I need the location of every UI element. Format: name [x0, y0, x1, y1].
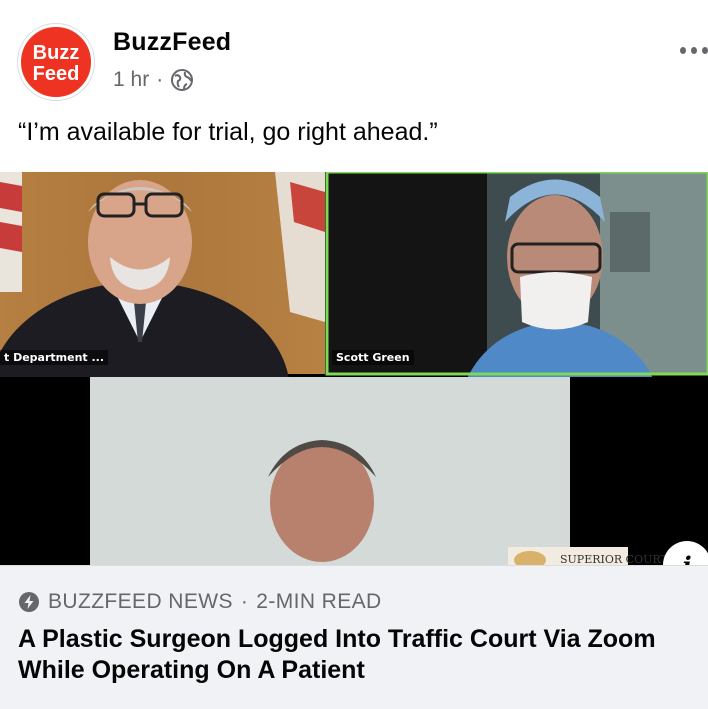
meta-separator: ·: [156, 68, 164, 91]
post-meta: 1 hr ·: [113, 66, 194, 94]
post-caption: “I’m available for trial, go right ahead…: [18, 118, 438, 146]
page-avatar[interactable]: Buzz Feed: [18, 24, 94, 100]
link-separator: ·: [240, 590, 249, 613]
lightning-bolt-icon: [19, 592, 39, 612]
more-options-icon[interactable]: [680, 44, 708, 56]
logo-line2: Feed: [33, 63, 80, 85]
seal-text: SUPERIOR COURT: [560, 553, 668, 565]
link-headline[interactable]: A Plastic Surgeon Logged Into Traffic Co…: [18, 624, 678, 686]
buzzfeed-logo: Buzz Feed: [33, 42, 80, 85]
link-preview[interactable]: BUZZFEED NEWS · 2-MIN READ A Plastic Sur…: [0, 565, 708, 709]
globe-icon[interactable]: [170, 68, 194, 92]
defendant-tile: SUPERIOR COURT: [0, 377, 708, 565]
link-source: BUZZFEED NEWS: [48, 590, 233, 613]
zoom-grid-image: SUPERIOR COURT: [0, 172, 708, 565]
link-read-time: 2-MIN READ: [256, 590, 382, 613]
tile-name-scott-green: Scott Green: [332, 350, 414, 365]
page-name-link[interactable]: BuzzFeed: [113, 28, 231, 57]
tile-name-judge: t Department ...: [0, 350, 109, 365]
link-source-row: BUZZFEED NEWS · 2-MIN READ: [18, 590, 382, 614]
logo-line1: Buzz: [33, 42, 80, 64]
post-video[interactable]: SUPERIOR COURT t Department ... Scott Gr…: [0, 172, 708, 565]
post-timestamp[interactable]: 1 hr: [113, 68, 149, 92]
